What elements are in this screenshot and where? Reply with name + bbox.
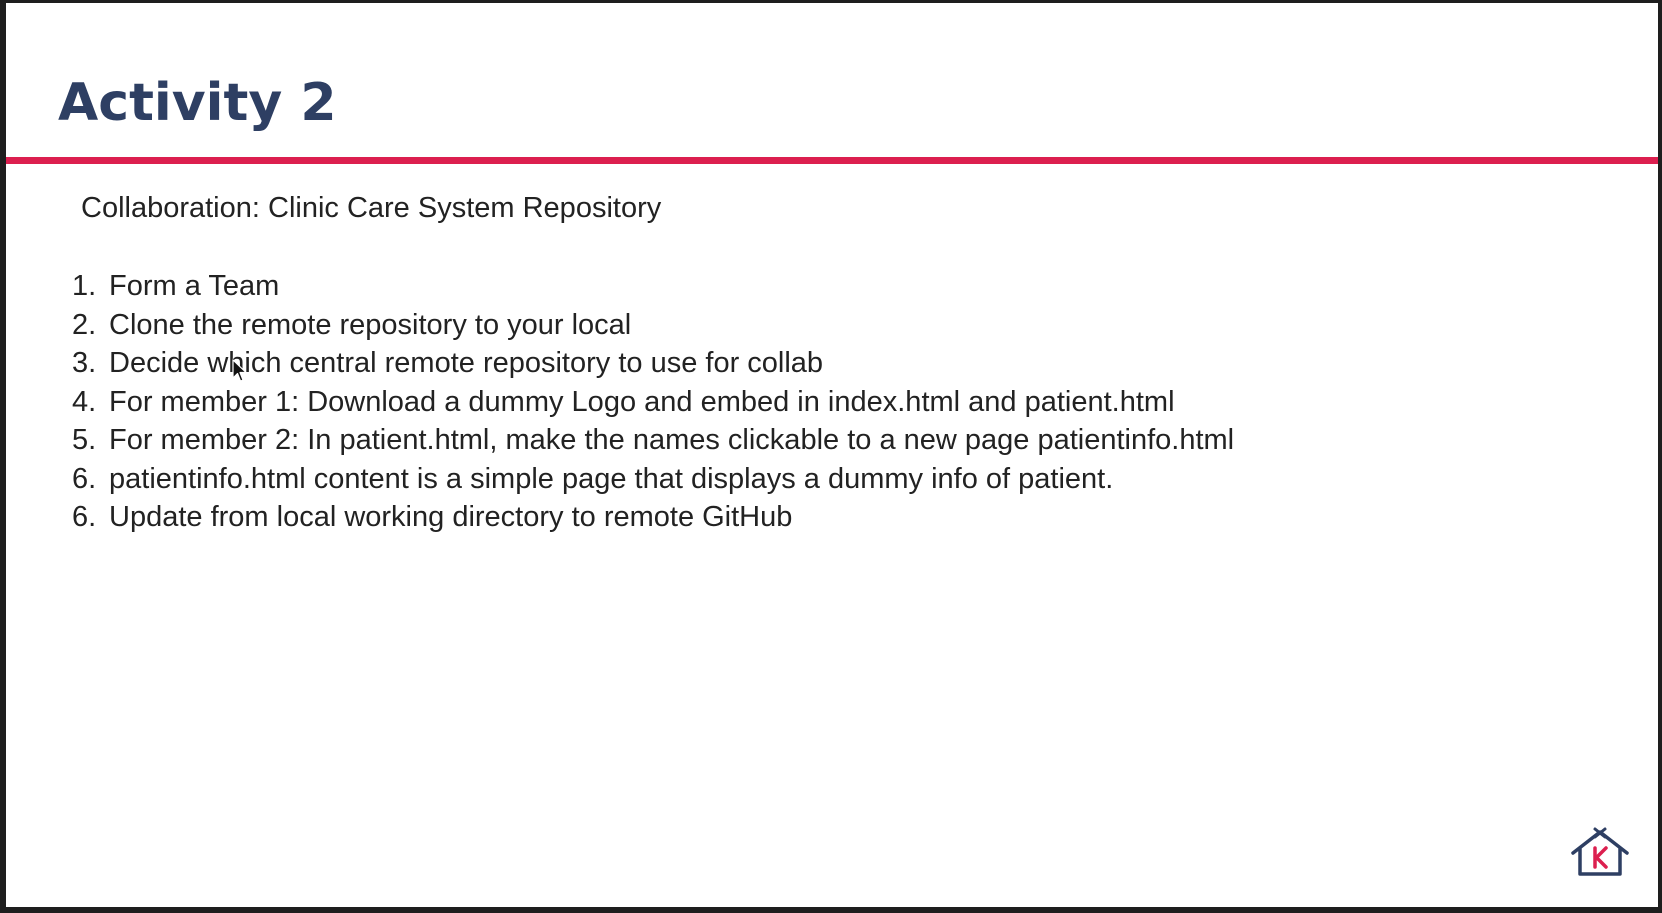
step-text: Update from local working directory to r… [109, 501, 793, 533]
presentation-slide: Activity 2 Collaboration: Clinic Care Sy… [6, 3, 1658, 907]
list-item: 6. Update from local working directory to… [72, 498, 1234, 537]
step-number: 6. [72, 501, 97, 533]
step-number: 3. [72, 347, 97, 379]
step-number: 5. [72, 424, 97, 456]
screen: Activity 2 Collaboration: Clinic Care Sy… [0, 0, 1662, 913]
step-text: For member 2: In patient.html, make the … [109, 424, 1235, 456]
mouse-pointer-icon [232, 359, 247, 382]
slide-subtitle: Collaboration: Clinic Care System Reposi… [81, 192, 662, 224]
list-item: 5. For member 2: In patient.html, make th… [72, 421, 1234, 460]
activity-steps-list: 1. Form a Team 2. Clone the remote reposit… [72, 267, 1234, 537]
list-item: 6. patientinfo.html content is a simple p… [72, 460, 1234, 499]
step-text: Clone the remote repository to your loca… [109, 308, 632, 341]
step-text: Form a Team [109, 270, 280, 302]
step-number: 2. [72, 308, 97, 341]
list-item: 2. Clone the remote repository to your lo… [72, 306, 1234, 345]
house-k-logo-icon [1571, 827, 1629, 876]
step-text: patientinfo.html content is a simple pag… [109, 462, 1114, 495]
step-text: Decide which central remote repository t… [109, 347, 824, 379]
step-number: 1. [72, 270, 97, 302]
list-item: 1. Form a Team [72, 267, 1234, 306]
step-number: 6. [72, 462, 97, 495]
title-divider [6, 157, 1658, 164]
list-item: 4. For member 1: Download a dummy Logo an… [72, 383, 1234, 422]
step-text: For member 1: Download a dummy Logo and … [109, 385, 1175, 418]
step-number: 4. [72, 385, 97, 418]
slide-title: Activity 2 [58, 73, 337, 133]
